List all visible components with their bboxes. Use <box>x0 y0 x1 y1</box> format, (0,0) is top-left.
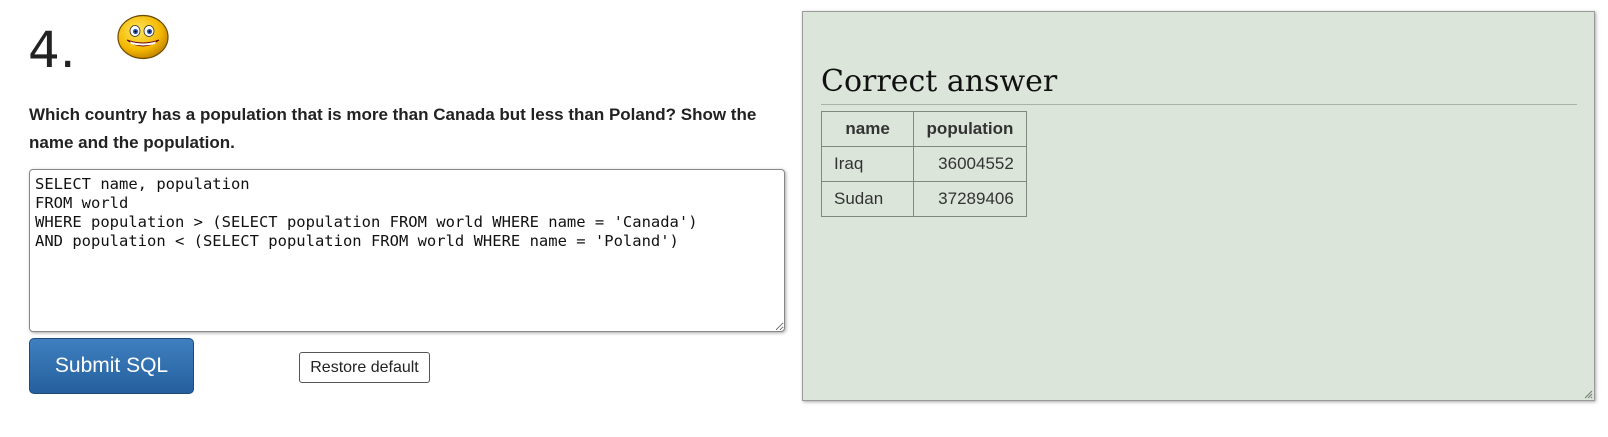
resize-grip-icon[interactable] <box>1584 390 1593 399</box>
answer-table: name population Iraq 36004552 Sudan 3728… <box>820 111 1027 217</box>
restore-default-button[interactable]: Restore default <box>299 352 430 383</box>
correct-answer-panel: Correct answer name population Iraq 3600… <box>802 11 1595 401</box>
column-header-name: name <box>820 111 915 147</box>
cell-population: 37289406 <box>913 181 1027 217</box>
smiley-face-icon <box>117 14 169 60</box>
column-header-population: population <box>913 111 1027 147</box>
cell-name: Sudan <box>820 181 915 217</box>
table-row: Iraq 36004552 <box>820 146 1027 182</box>
cell-population: 36004552 <box>913 146 1027 182</box>
answer-title: Correct answer <box>821 62 1577 105</box>
table-row: Sudan 37289406 <box>820 181 1027 217</box>
table-header-row: name population <box>820 111 1027 147</box>
sql-editor[interactable]: SELECT name, population FROM world WHERE… <box>29 169 785 332</box>
question-number: 4. <box>28 21 76 79</box>
question-text: Which country has a population that is m… <box>29 105 757 152</box>
cell-name: Iraq <box>820 146 915 182</box>
submit-sql-button[interactable]: Submit SQL <box>29 338 194 394</box>
